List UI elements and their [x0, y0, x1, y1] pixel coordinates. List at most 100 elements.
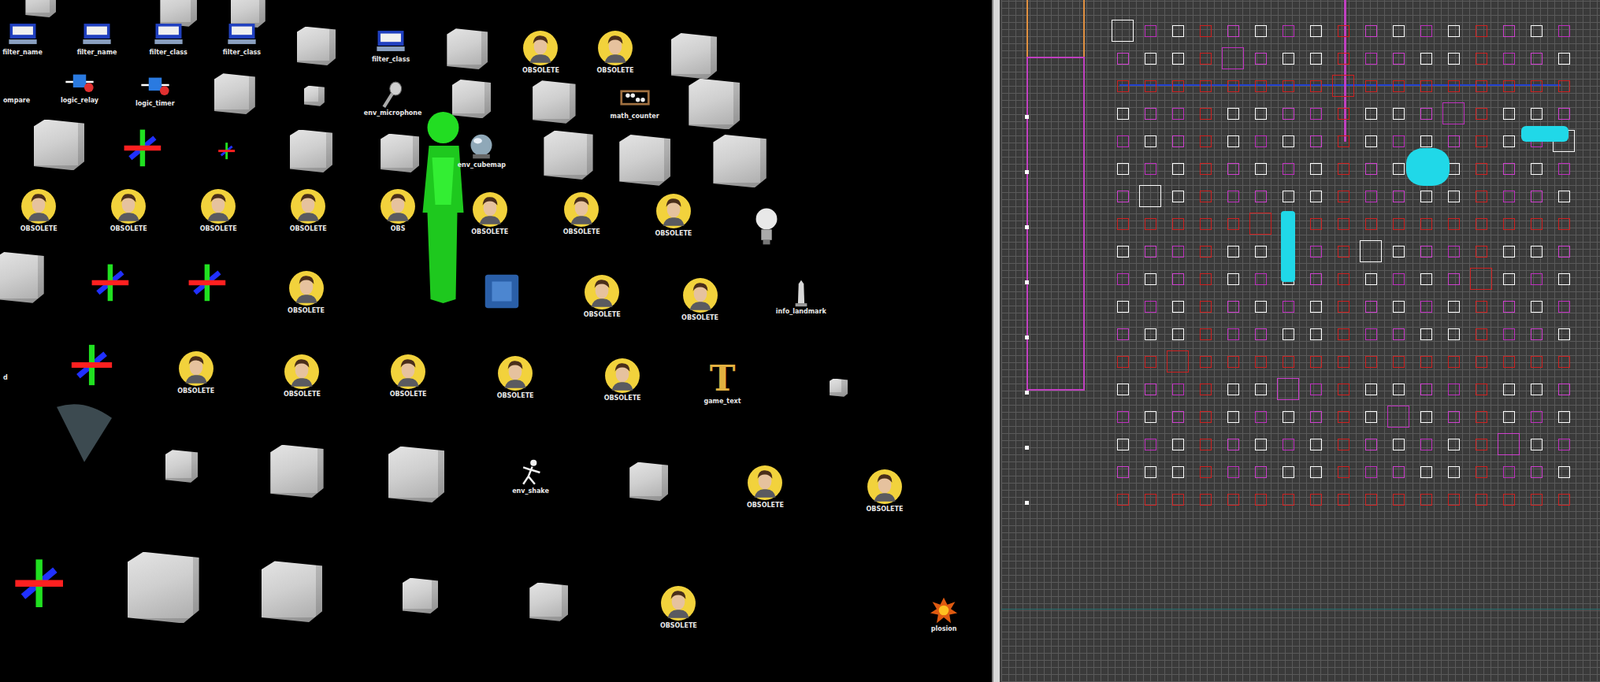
- axis-helper-icon[interactable]: [217, 141, 236, 160]
- entity-box[interactable]: [1558, 245, 1571, 258]
- entity-box[interactable]: [1530, 52, 1543, 65]
- entity-box[interactable]: [1365, 356, 1378, 368]
- entity-box[interactable]: [1282, 135, 1295, 148]
- vertex-handle[interactable]: [1024, 280, 1029, 285]
- brush-cube[interactable]: [446, 28, 488, 70]
- entity-box[interactable]: [1337, 438, 1350, 451]
- entity-box[interactable]: [1365, 300, 1378, 313]
- entity-box[interactable]: [1199, 80, 1212, 93]
- entity-box[interactable]: [1420, 328, 1433, 341]
- entity-box[interactable]: [1420, 80, 1433, 93]
- entity-box[interactable]: [1166, 350, 1189, 373]
- entity-box[interactable]: [1172, 163, 1185, 175]
- entity-box[interactable]: [1392, 438, 1405, 451]
- entity[interactable]: filter_class: [206, 19, 278, 57]
- entity-box[interactable]: [1254, 411, 1267, 424]
- vertex-handle[interactable]: [1024, 445, 1029, 450]
- entity-box[interactable]: [1503, 466, 1515, 479]
- entity-box[interactable]: [1227, 328, 1240, 341]
- brush-cube[interactable]: [402, 578, 439, 614]
- entity-box[interactable]: [1227, 411, 1240, 424]
- entity-box[interactable]: [1503, 190, 1515, 203]
- entity-box[interactable]: [1282, 190, 1295, 203]
- entity-box[interactable]: [1359, 240, 1382, 263]
- entity-box[interactable]: [1558, 438, 1571, 451]
- entity-box[interactable]: [1442, 102, 1465, 125]
- entity-box[interactable]: [1310, 190, 1322, 203]
- entity-box[interactable]: [1111, 19, 1134, 42]
- entity-box[interactable]: [1282, 300, 1295, 313]
- brush-cube[interactable]: [529, 582, 568, 622]
- entity-box[interactable]: [1249, 212, 1272, 235]
- entity-box[interactable]: [1310, 466, 1322, 479]
- entity-box[interactable]: [1420, 218, 1433, 231]
- brush-cube[interactable]: [261, 560, 323, 623]
- entity-box[interactable]: [1447, 273, 1460, 286]
- entity-box[interactable]: [1172, 411, 1185, 424]
- entity[interactable]: filter_name: [61, 19, 133, 57]
- entity-box[interactable]: [1530, 383, 1543, 396]
- entity-box[interactable]: [1387, 405, 1410, 428]
- entity-box[interactable]: [1221, 47, 1244, 70]
- entity-box[interactable]: [1282, 328, 1295, 341]
- entity-box[interactable]: [1447, 52, 1460, 65]
- entity-box[interactable]: [1365, 190, 1378, 203]
- entity-box[interactable]: [1144, 300, 1157, 313]
- entity-box[interactable]: [1530, 107, 1543, 120]
- entity-box[interactable]: [1503, 218, 1515, 231]
- entity-box[interactable]: [1447, 300, 1460, 313]
- entity-box[interactable]: [1199, 107, 1212, 120]
- entity-box[interactable]: [1365, 493, 1378, 506]
- entity-box[interactable]: [1199, 383, 1212, 396]
- entity-box[interactable]: [1117, 411, 1129, 424]
- entity-box[interactable]: [1254, 383, 1267, 396]
- viewport-2d[interactable]: [1001, 0, 1600, 682]
- entity-box[interactable]: [1310, 383, 1322, 396]
- entity-box[interactable]: [1227, 190, 1240, 203]
- entity[interactable]: OBSOLETE: [579, 29, 651, 75]
- entity-box[interactable]: [1310, 163, 1322, 175]
- entity[interactable]: OBSOLETE: [729, 464, 801, 510]
- entity[interactable]: env_cubemap: [445, 132, 517, 170]
- entity-box[interactable]: [1144, 493, 1157, 506]
- vertex-handle[interactable]: [1024, 390, 1029, 395]
- entity-box[interactable]: [1117, 135, 1129, 148]
- entity-box[interactable]: [1337, 466, 1350, 479]
- player-model-icon[interactable]: [413, 110, 473, 308]
- spotlight-cone-icon[interactable]: [56, 397, 112, 463]
- entity-box[interactable]: [1337, 356, 1350, 368]
- entity-box[interactable]: [1144, 328, 1157, 341]
- entity-box[interactable]: [1558, 107, 1571, 120]
- brush-cube[interactable]: [532, 80, 576, 123]
- brush-cube[interactable]: [452, 79, 491, 119]
- brush-cube[interactable]: [380, 133, 420, 173]
- entity-box[interactable]: [1172, 25, 1185, 38]
- entity-box[interactable]: [1172, 245, 1185, 258]
- entity-box[interactable]: [1475, 245, 1488, 258]
- entity-box[interactable]: [1144, 218, 1157, 231]
- entity-box[interactable]: [1310, 328, 1322, 341]
- entity-box[interactable]: [1475, 411, 1488, 424]
- entity-box[interactable]: [1530, 493, 1543, 506]
- entity-box[interactable]: [1530, 438, 1543, 451]
- entity-box[interactable]: [1172, 135, 1185, 148]
- entity[interactable]: OBSOLETE: [272, 188, 344, 234]
- brush-cube[interactable]: [33, 119, 86, 171]
- entity-box[interactable]: [1282, 411, 1295, 424]
- brush-cube[interactable]: [629, 462, 669, 502]
- entity[interactable]: OBSOLETE: [566, 274, 638, 320]
- entity-box[interactable]: [1254, 190, 1267, 203]
- entity[interactable]: logic_timer: [119, 70, 191, 108]
- entity-box[interactable]: [1310, 25, 1322, 38]
- brush-cube[interactable]: [388, 446, 445, 503]
- entity-box[interactable]: [1310, 80, 1322, 93]
- entity-box[interactable]: [1117, 383, 1129, 396]
- entity[interactable]: env_shake: [495, 458, 567, 496]
- entity-box[interactable]: [1365, 107, 1378, 120]
- entity-box[interactable]: [1503, 328, 1515, 341]
- entity-box[interactable]: [1172, 218, 1185, 231]
- vertex-handle[interactable]: [1024, 170, 1029, 175]
- entity-box[interactable]: [1199, 411, 1212, 424]
- entity-box[interactable]: [1172, 107, 1185, 120]
- entity-box[interactable]: [1254, 328, 1267, 341]
